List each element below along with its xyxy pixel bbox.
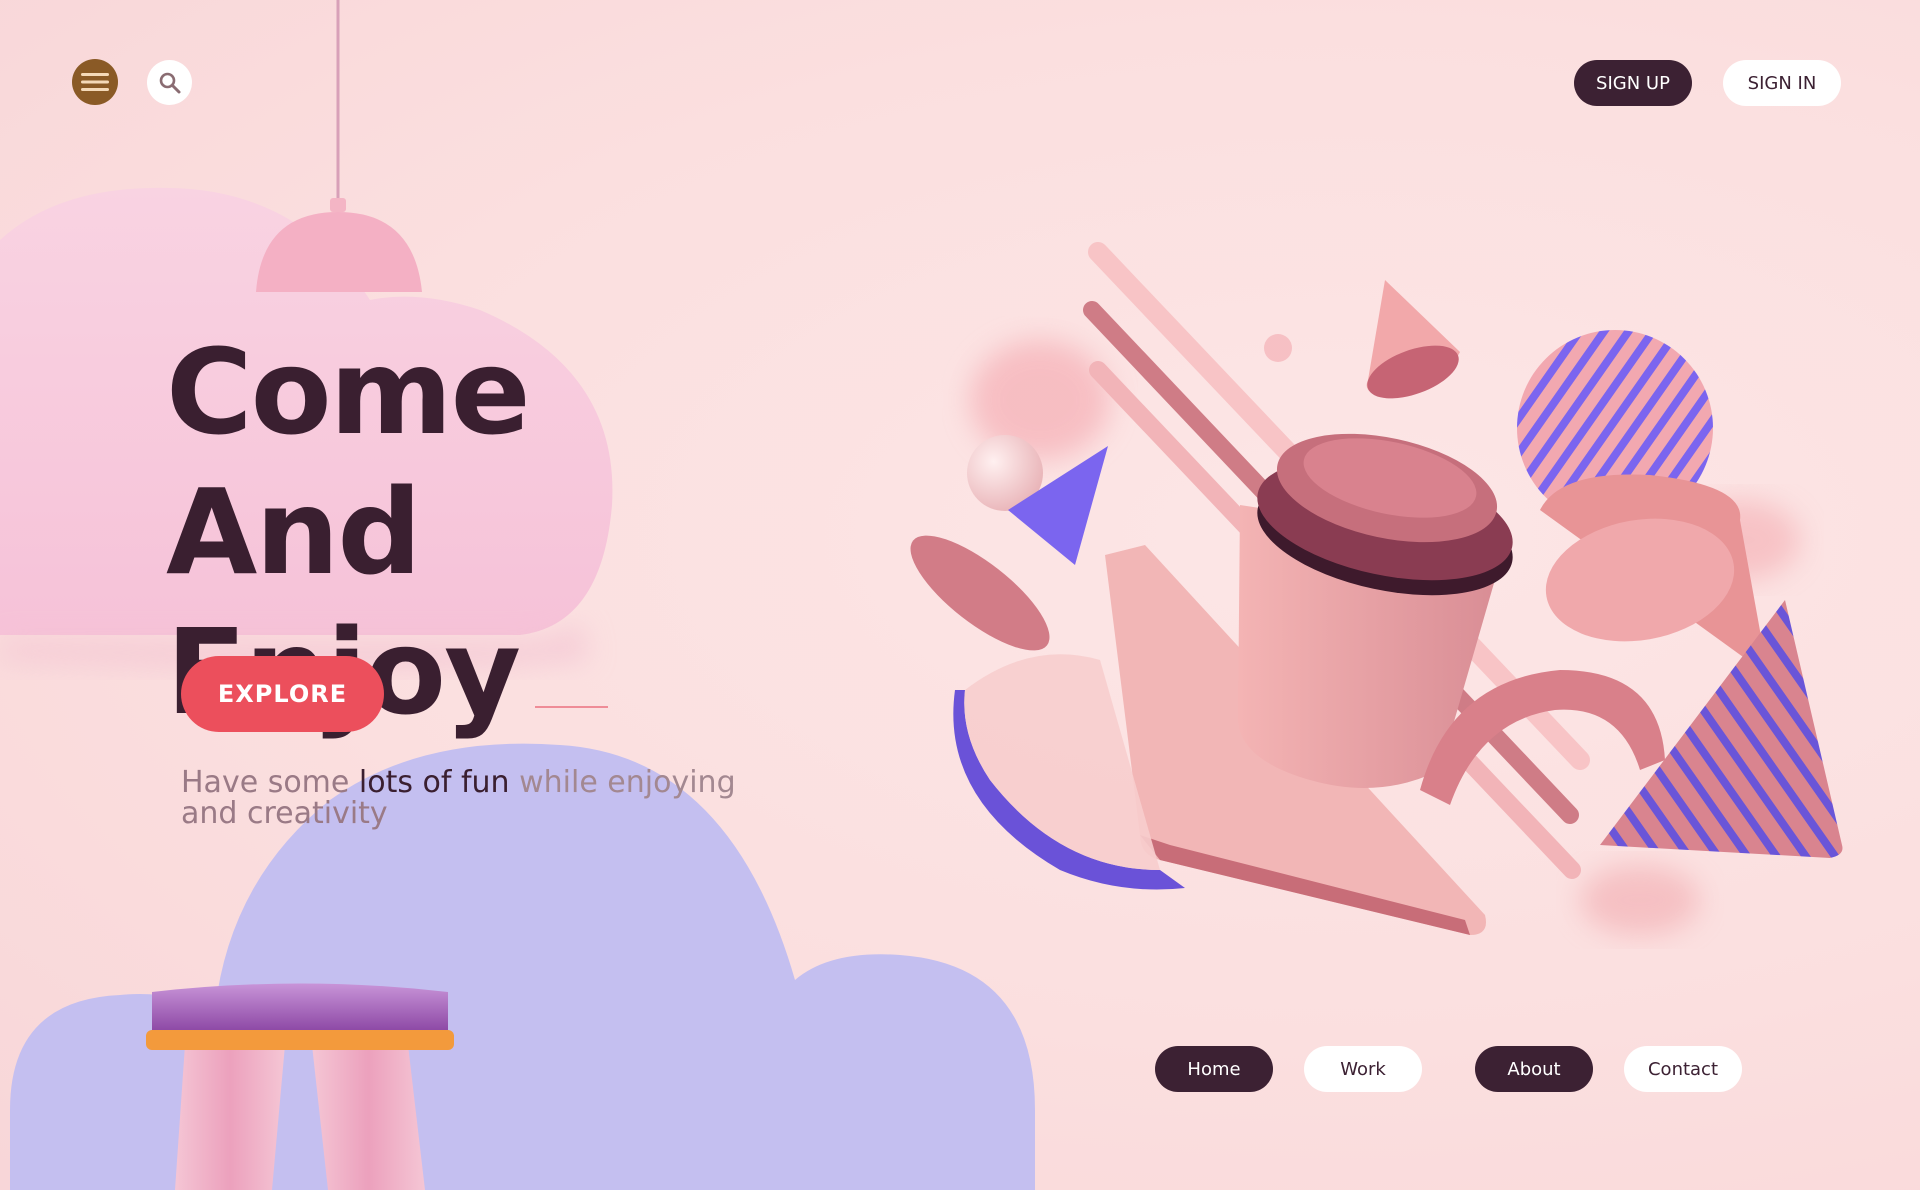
hamburger-menu-icon xyxy=(81,73,109,91)
search-button[interactable] xyxy=(147,60,192,105)
landing-page: SIGN UP SIGN IN Come And Enjoy EXPLORE H… xyxy=(0,0,1920,1190)
tagline-part2: while enjoying xyxy=(509,765,736,800)
nav-about[interactable]: About xyxy=(1475,1046,1593,1092)
tagline-part1: Have some xyxy=(181,765,359,800)
explore-button[interactable]: EXPLORE xyxy=(181,656,384,732)
menu-button[interactable] xyxy=(72,59,118,105)
search-icon xyxy=(159,72,180,93)
sign-up-button[interactable]: SIGN UP xyxy=(1574,60,1692,106)
nav-home[interactable]: Home xyxy=(1155,1046,1273,1092)
decorative-dash xyxy=(535,706,608,708)
hero-tagline: Have some lots of fun while enjoying and… xyxy=(181,767,781,829)
oval-shape xyxy=(910,535,1050,651)
hero-title-line1: Come And xyxy=(166,323,531,601)
nav-work[interactable]: Work xyxy=(1304,1046,1422,1092)
sign-in-button[interactable]: SIGN IN xyxy=(1723,60,1841,106)
nav-contact[interactable]: Contact xyxy=(1624,1046,1742,1092)
tagline-part3: and creativity xyxy=(181,796,388,831)
tagline-highlight: lots of fun xyxy=(358,765,510,800)
